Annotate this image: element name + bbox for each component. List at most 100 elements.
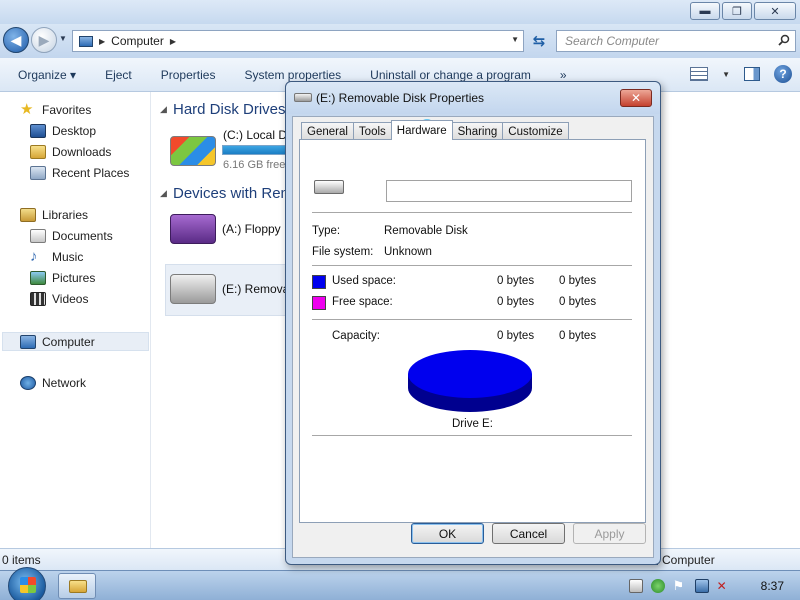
taskbar: ⚑ ✕ 8:37 — [0, 567, 800, 600]
free-space-label: Free space: — [332, 296, 393, 308]
collapse-arrow-icon[interactable]: ◢ — [160, 188, 167, 199]
properties-button[interactable]: Properties — [161, 68, 216, 82]
pictures-icon — [30, 271, 46, 285]
nav-music[interactable]: ♪ Music — [30, 248, 84, 265]
removable-drive-item[interactable]: (E:) Remova — [170, 274, 289, 304]
dialog-close-button[interactable]: ✕ — [620, 89, 652, 107]
minimize-button[interactable]: ▬ — [690, 2, 720, 20]
address-dropdown-icon[interactable]: ▼ — [511, 35, 519, 44]
apply-button[interactable]: Apply — [573, 523, 646, 544]
local-disk-name: (C:) Local D — [223, 128, 288, 142]
properties-dialog: (E:) Removable Disk Properties ✕ General… — [285, 81, 661, 565]
nav-libraries[interactable]: Libraries — [20, 208, 88, 222]
free-space-swatch — [312, 296, 326, 310]
forward-button[interactable]: ▶ — [31, 27, 57, 53]
downloads-folder-icon — [30, 145, 46, 159]
nav-computer[interactable]: Computer — [2, 332, 149, 351]
nav-music-label: Music — [52, 250, 84, 264]
dialog-title: (E:) Removable Disk Properties — [316, 91, 485, 105]
hard-disk-group-header[interactable]: Hard Disk Drives — [173, 101, 286, 118]
address-row: ◀ ▶ ▼ ▶ Computer ▶ ▼ ⇆ Search Computer — [0, 24, 800, 58]
volume-label-input[interactable] — [386, 180, 632, 202]
view-dropdown-icon[interactable]: ▼ — [722, 70, 730, 79]
star-icon: ★ — [20, 101, 34, 118]
film-strip-icon — [30, 292, 46, 306]
action-center-flag-icon[interactable]: ⚑ — [673, 579, 687, 593]
divider — [312, 319, 632, 320]
ok-button[interactable]: OK — [411, 523, 484, 544]
used-space-bytes: 0 bytes — [497, 275, 535, 287]
tab-hardware[interactable]: Hardware — [390, 120, 453, 140]
address-bar[interactable]: ▶ Computer ▶ ▼ — [72, 30, 524, 52]
start-button[interactable] — [8, 567, 46, 600]
tab-tools[interactable]: Tools — [352, 122, 392, 140]
nav-network-label: Network — [42, 376, 87, 390]
computer-icon — [79, 35, 93, 47]
system-properties-button[interactable]: System properties — [244, 68, 341, 82]
close-button[interactable]: ✕ — [754, 2, 796, 20]
tab-page: Type: Removable Disk File system: Unknow… — [299, 139, 646, 523]
maximize-button[interactable]: ❐ — [722, 2, 752, 20]
nav-videos[interactable]: Videos — [30, 292, 88, 306]
explorer-titlebar: ▬ ❐ ✕ — [0, 0, 800, 24]
nav-downloads[interactable]: Downloads — [30, 145, 111, 159]
more-commands-button[interactable]: » — [560, 68, 567, 82]
nav-network[interactable]: Network — [20, 376, 86, 390]
search-input[interactable]: Search Computer — [556, 30, 796, 52]
computer-icon — [20, 334, 36, 349]
free-space-size: 0 bytes — [559, 296, 597, 308]
network-icon — [20, 376, 36, 390]
breadcrumb-arrow-icon[interactable]: ▶ — [170, 37, 176, 46]
network-tray-icon[interactable] — [694, 579, 709, 593]
used-space-size: 0 bytes — [559, 275, 597, 287]
music-note-icon: ♪ — [30, 248, 38, 265]
help-icon[interactable]: ? — [774, 65, 792, 83]
change-view-icon[interactable] — [690, 67, 709, 81]
nav-videos-label: Videos — [52, 292, 89, 306]
refresh-icon[interactable]: ⇆ — [528, 30, 550, 52]
navigation-pane: ★ Favorites Desktop Downloads Recent Pla… — [0, 92, 151, 548]
floppy-drive-item[interactable]: (A:) Floppy — [170, 214, 281, 244]
back-button[interactable]: ◀ — [3, 27, 29, 53]
used-space-label: Used space: — [332, 275, 396, 287]
removable-drive-icon — [170, 274, 216, 304]
nav-recent-places[interactable]: Recent Places — [30, 166, 129, 180]
taskbar-explorer-button[interactable] — [58, 573, 96, 599]
divider — [312, 265, 632, 266]
windows-logo-icon — [20, 577, 36, 593]
clock[interactable]: 8:37 — [761, 579, 784, 593]
local-disk-free: 6.16 GB free — [223, 159, 286, 171]
tab-sharing[interactable]: Sharing — [451, 122, 504, 140]
free-space-bytes: 0 bytes — [497, 296, 535, 308]
removable-drive-icon — [314, 180, 344, 194]
cancel-button[interactable]: Cancel — [492, 523, 565, 544]
tab-general[interactable]: General — [301, 122, 354, 140]
file-system-label: File system: — [312, 246, 374, 258]
nav-pictures[interactable]: Pictures — [30, 271, 95, 285]
nav-recent-label: Recent Places — [52, 166, 130, 180]
capacity-size: 0 bytes — [559, 330, 597, 342]
volume-muted-icon[interactable]: ✕ — [717, 579, 731, 593]
recent-pages-dropdown-icon[interactable]: ▼ — [59, 34, 67, 43]
tab-customize[interactable]: Customize — [502, 122, 569, 140]
libraries-icon — [20, 208, 36, 222]
uninstall-program-button[interactable]: Uninstall or change a program — [370, 68, 531, 82]
collapse-arrow-icon[interactable]: ◢ — [160, 104, 167, 115]
nav-downloads-label: Downloads — [52, 145, 112, 159]
nav-desktop[interactable]: Desktop — [30, 124, 96, 138]
status-location-label: Computer — [662, 553, 715, 567]
devices-group-header[interactable]: Devices with Rem — [173, 185, 293, 202]
preview-pane-icon[interactable] — [744, 67, 760, 81]
eject-button[interactable]: Eject — [105, 68, 132, 82]
search-placeholder: Search Computer — [565, 34, 660, 48]
document-icon[interactable] — [628, 579, 643, 593]
organize-button[interactable]: Organize ▾ — [18, 68, 76, 82]
search-icon[interactable] — [778, 34, 790, 46]
nav-documents[interactable]: Documents — [30, 229, 113, 243]
breadcrumb-arrow-icon[interactable]: ▶ — [99, 37, 105, 46]
local-disk-item[interactable] — [170, 136, 216, 166]
breadcrumb-computer[interactable]: Computer — [111, 34, 164, 48]
security-check-icon[interactable] — [650, 579, 665, 593]
removable-drive-name: (E:) Remova — [222, 282, 290, 296]
nav-favorites[interactable]: ★ Favorites — [20, 101, 91, 118]
